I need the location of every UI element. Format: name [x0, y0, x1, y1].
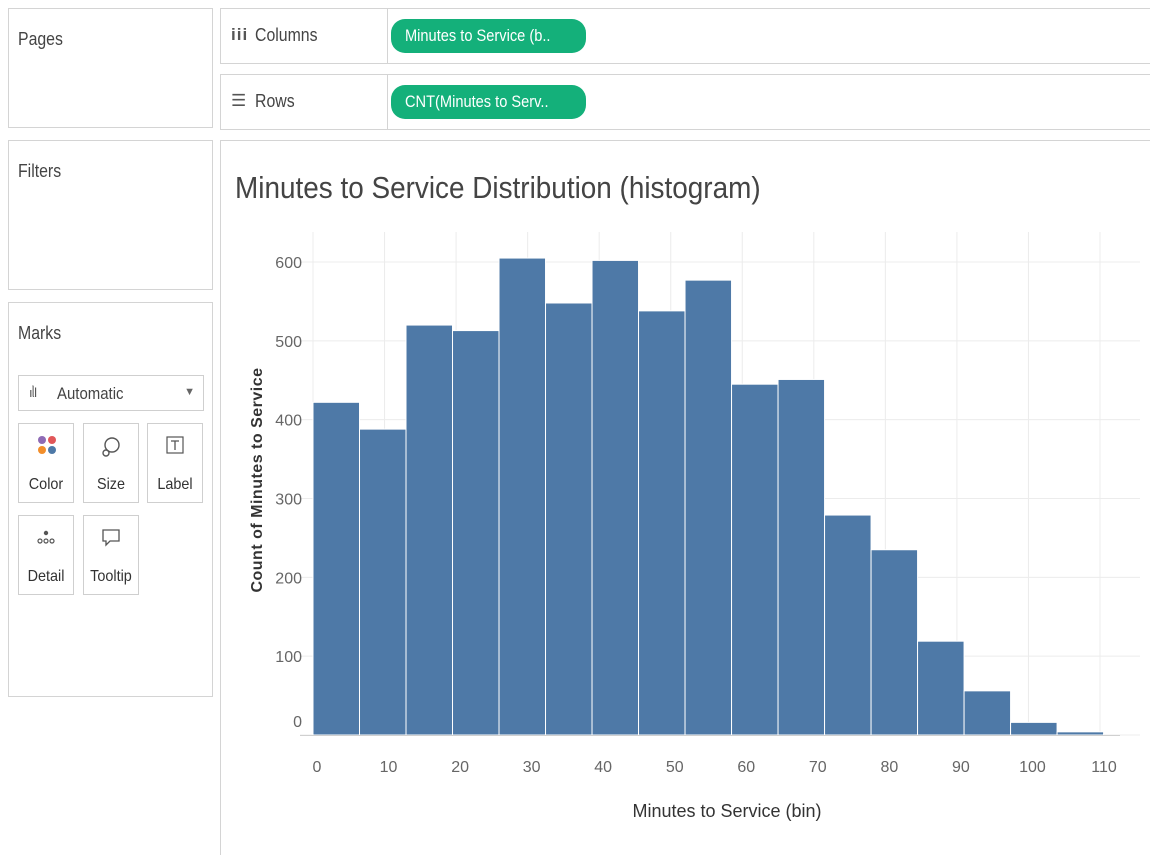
histogram-bar	[498, 257, 547, 736]
x-tick-label: 20	[451, 759, 469, 776]
x-tick-label: 10	[380, 759, 398, 776]
histogram-chart: 0 100 200 300 400 500 600 0 10 20 30 40 50 60 70 80 90 10…	[249, 232, 1140, 821]
histogram-bar	[777, 378, 826, 736]
histogram-bar	[638, 310, 686, 736]
y-tick-label: 200	[275, 570, 302, 587]
histogram-bar	[1010, 721, 1058, 736]
x-tick-label: 100	[1019, 759, 1046, 776]
y-tick-label: 400	[275, 413, 302, 430]
x-tick-label: 60	[737, 759, 755, 776]
y-tick-label: 300	[275, 492, 302, 509]
histogram-bar	[917, 640, 965, 736]
histogram-bar	[1056, 731, 1105, 736]
y-tick-label: 0	[293, 714, 302, 731]
y-tick-label: 500	[275, 334, 302, 351]
y-axis-title: Count of Minutes to Service	[249, 367, 266, 592]
x-tick-label: 70	[809, 759, 827, 776]
histogram-bar	[359, 428, 407, 736]
histogram-bar	[731, 383, 779, 736]
x-tick-label: 110	[1091, 759, 1117, 776]
x-tick-label: 80	[880, 759, 898, 776]
x-tick-label: 0	[313, 759, 322, 776]
histogram-bar	[870, 549, 919, 736]
y-tick-label: 600	[275, 255, 302, 272]
x-tick-label: 50	[666, 759, 684, 776]
histogram-bar	[824, 514, 872, 736]
histogram-bar	[963, 690, 1012, 736]
histogram-bar	[591, 259, 640, 736]
histogram-bar	[452, 330, 500, 736]
x-tick-label: 30	[523, 759, 541, 776]
histogram-bar	[545, 302, 593, 736]
histogram-bar	[405, 324, 454, 736]
histogram-bar	[684, 279, 733, 736]
y-tick-label: 100	[275, 649, 302, 666]
x-tick-label: 40	[594, 759, 612, 776]
x-axis-title: Minutes to Service (bin)	[632, 801, 821, 821]
x-tick-label: 90	[952, 759, 970, 776]
histogram-bar	[312, 401, 361, 736]
